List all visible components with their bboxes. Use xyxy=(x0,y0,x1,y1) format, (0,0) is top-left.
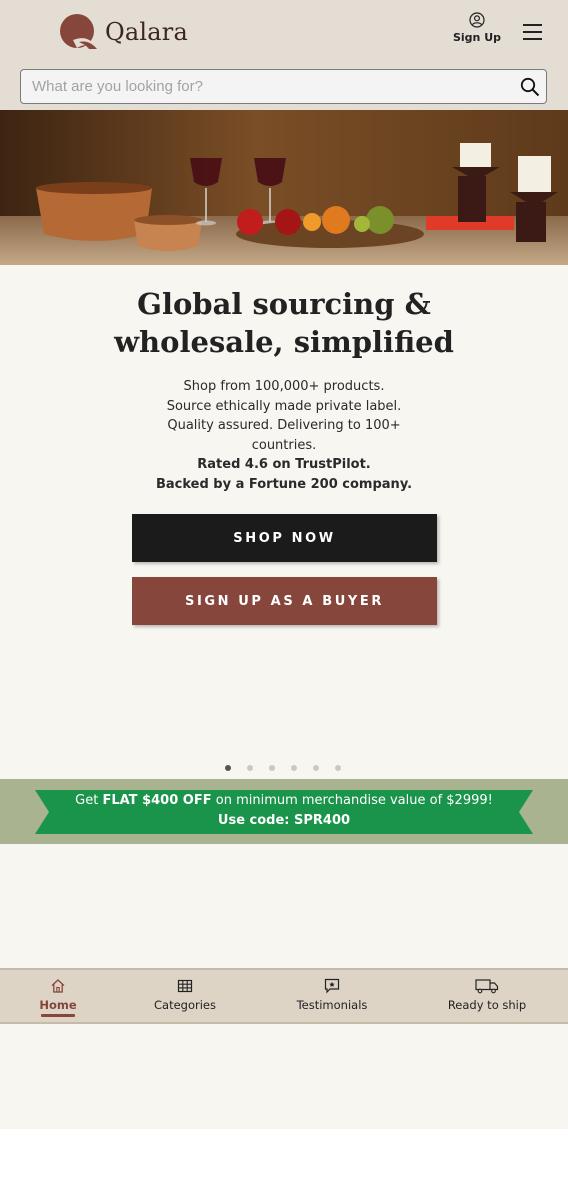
search-icon xyxy=(520,77,540,97)
grid-icon xyxy=(177,979,193,993)
tab-home-label: Home xyxy=(39,998,77,1012)
active-tab-indicator xyxy=(41,1014,75,1017)
hamburger-menu-button[interactable] xyxy=(520,21,546,43)
hero-banner-image xyxy=(0,110,568,265)
tab-testimonials[interactable]: Testimonials xyxy=(282,970,382,1022)
hero-desc-line: countries. xyxy=(251,437,317,453)
hero-desc-line: Quality assured. Delivering to 100+ xyxy=(167,418,401,433)
tab-testimonials-label: Testimonials xyxy=(296,998,368,1012)
search-bar xyxy=(20,69,547,104)
search-button[interactable] xyxy=(520,77,540,97)
signup-as-buyer-button[interactable]: SIGN UP AS A BUYER xyxy=(132,577,437,625)
promo-prefix: Get xyxy=(75,793,103,808)
chat-star-icon xyxy=(324,978,340,994)
promo-banner[interactable]: Get FLAT $400 OFF on minimum merchandise… xyxy=(0,779,568,844)
carousel-dot-5[interactable] xyxy=(313,765,319,771)
hero-title: Global sourcing & wholesale, simplified xyxy=(0,285,568,361)
tab-ready-to-ship[interactable]: Ready to ship xyxy=(432,970,542,1022)
carousel-dot-4[interactable] xyxy=(291,765,297,771)
site-header: Qalara Sign Up xyxy=(0,0,568,110)
brand-logo[interactable]: Qalara xyxy=(59,14,188,50)
hero-desc-line: Shop from 100,000+ products. xyxy=(183,379,385,394)
tab-categories-label: Categories xyxy=(154,998,216,1012)
carousel-dots xyxy=(0,765,568,773)
home-icon xyxy=(51,979,65,993)
shop-now-button[interactable]: SHOP NOW xyxy=(132,514,437,562)
brand-name: Qalara xyxy=(105,18,188,46)
hero-desc-line: Source ethically made private label. xyxy=(166,398,402,414)
promo-code: Use code: SPR400 xyxy=(217,813,351,828)
carousel-dot-6[interactable] xyxy=(335,765,341,771)
table-setting-illustration xyxy=(0,110,568,265)
qalara-logo-icon xyxy=(60,14,97,49)
hero-title-line-2: wholesale, simplified xyxy=(114,325,454,359)
promo-text: Get FLAT $400 OFF on minimum merchandise… xyxy=(35,791,533,831)
user-icon xyxy=(469,12,485,28)
promo-suffix: on minimum merchandise value of $2999! xyxy=(211,793,493,808)
carousel-dot-3[interactable] xyxy=(269,765,275,771)
search-input[interactable] xyxy=(21,70,511,103)
tab-categories[interactable]: Categories xyxy=(140,970,230,1022)
carousel-dot-2[interactable] xyxy=(247,765,253,771)
bottom-tab-bar: Home Categories Testimonials Ready to sh… xyxy=(0,968,568,1024)
promo-discount: FLAT $400 OFF xyxy=(102,793,212,808)
hero-description: Shop from 100,000+ products. Source ethi… xyxy=(0,377,568,494)
truck-icon xyxy=(475,979,499,994)
hero-rating-text: Rated 4.6 on TrustPilot. xyxy=(197,457,371,472)
menu-icon xyxy=(523,24,542,40)
promo-line-1: Get FLAT $400 OFF on minimum merchandise… xyxy=(35,791,533,811)
signup-link[interactable]: Sign Up xyxy=(448,12,506,48)
signup-label: Sign Up xyxy=(452,31,502,44)
hero-title-line-1: Global sourcing & xyxy=(137,287,431,321)
tab-ready-to-ship-label: Ready to ship xyxy=(447,998,527,1012)
carousel-dot-1[interactable] xyxy=(225,765,231,771)
hero-backing-text: Backed by a Fortune 200 company. xyxy=(155,476,413,492)
